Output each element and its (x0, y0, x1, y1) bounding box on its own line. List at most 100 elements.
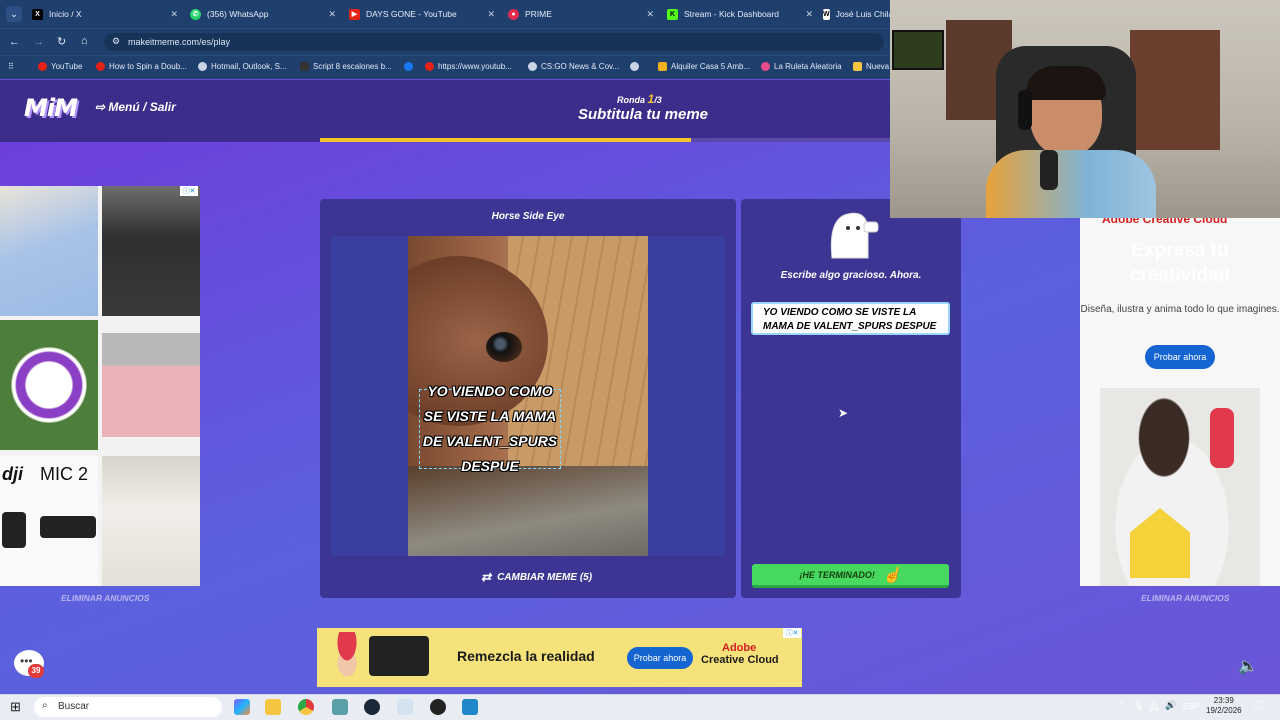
url-field[interactable]: ⚙ makeitmeme.com/es/play (104, 33, 884, 51)
receiver-image (40, 516, 96, 538)
taskbar-search[interactable]: ⌕ Buscar (34, 697, 222, 717)
ad-right-title: Expresa tu creatividad (1129, 240, 1231, 286)
bookmark-label: Alquiler Casa 5 Amb... (671, 62, 751, 71)
bookmark-ruleta[interactable]: La Ruleta Aleatoria (761, 62, 842, 71)
file-explorer-icon[interactable] (265, 699, 281, 715)
bookmark-spin[interactable]: How to Spin a Doub... (96, 62, 187, 71)
round-label: Ronda (617, 95, 645, 105)
bookmark-youtube[interactable]: YouTube (38, 62, 82, 71)
x-icon: X (32, 8, 43, 20)
page-title: Subtitula tu meme (578, 106, 709, 123)
chat-button[interactable]: ••• 39 (14, 650, 44, 678)
tab-title: José Luis Chila (835, 9, 890, 19)
tray-chevron-icon[interactable]: ⌃ (1117, 700, 1125, 711)
close-icon[interactable]: ✕ (328, 9, 336, 20)
home-icon[interactable]: ⌂ (81, 35, 88, 47)
ad-product-ball[interactable] (0, 320, 98, 450)
ad-product-dress-blue[interactable] (0, 186, 98, 316)
bookmark-script[interactable]: Script 8 escalones b... (300, 62, 392, 71)
search-placeholder: Buscar (58, 701, 90, 712)
ad-bottom-cta-button[interactable]: Probar ahora (627, 647, 693, 669)
kick-icon: K (667, 8, 678, 20)
tab-x[interactable]: X Inicio / X ✕ (26, 3, 182, 25)
swap-icon: ⇄ (481, 570, 492, 584)
app-icon-4[interactable] (332, 699, 348, 715)
remove-ads-left-link[interactable]: ELIMINAR ANUNCIOS (61, 593, 149, 603)
finish-button[interactable]: ¡HE TERMINADO! ☝ (752, 564, 949, 588)
bookmark-facebook[interactable] (404, 62, 417, 71)
ad-left[interactable]: dji MIC 2 ⓘ✕ (0, 186, 200, 586)
volume-icon[interactable]: 🔊 (1165, 700, 1176, 711)
youtube-icon (38, 62, 47, 71)
tab-title: PRIME (525, 9, 552, 19)
bookmark-label: Script 8 escalones b... (313, 62, 392, 71)
language-indicator[interactable]: ESP (1183, 702, 1199, 711)
remove-ads-right-link[interactable]: ELIMINAR ANUNCIOS (1141, 593, 1229, 603)
menu-label: Menú / Salir (108, 100, 176, 114)
horse-eye (486, 332, 522, 362)
close-icon[interactable]: ✕ (805, 9, 813, 20)
site-info-icon[interactable]: ⚙ (112, 36, 120, 47)
sound-icon[interactable]: 🔈 (1238, 656, 1258, 676)
bookmark-label: CS:GO News & Cov... (541, 62, 620, 71)
notification-icon[interactable]: 🗨 (1252, 699, 1266, 712)
back-icon[interactable]: ← (9, 36, 20, 48)
change-meme-label: CAMBIAR MEME (5) (497, 571, 593, 583)
close-icon[interactable]: ✕ (487, 9, 495, 20)
ad-right-cta-button[interactable]: Probar ahora (1145, 345, 1215, 369)
bookmark-csgo[interactable]: CS:GO News & Cov... (528, 62, 619, 71)
caption-input[interactable]: YO VIENDO COMO SE VISTE LA MAMA DE VALEN… (751, 302, 950, 335)
tab-prime[interactable]: ● PRIME ✕ (502, 3, 658, 25)
bookmark-hotmail[interactable]: Hotmail, Outlook, S... (198, 62, 287, 71)
chrome-icon[interactable] (298, 699, 314, 715)
apps-icon[interactable]: ⠿ (8, 62, 14, 71)
taskbar-clock[interactable]: 23:39 19/2/2026 (1206, 696, 1242, 716)
ad-bottom[interactable]: Remezcla la realidad Probar ahora Adobe … (317, 628, 802, 687)
copilot-icon[interactable] (234, 699, 250, 715)
ad-brand-text: MIC 2 (40, 464, 89, 484)
network-icon[interactable]: 🖧 (1149, 700, 1159, 716)
mascot-icon (830, 212, 879, 259)
globe-icon (630, 62, 639, 71)
change-meme-button[interactable]: ⇄ CAMBIAR MEME (5) (481, 570, 592, 584)
bookmark-label: YouTube (51, 62, 83, 71)
app-icon-6[interactable] (397, 699, 413, 715)
webcam-person-shirt (986, 150, 1156, 218)
exit-icon: ⇨ (95, 100, 109, 114)
mouse-cursor-icon: ➤ (838, 406, 849, 420)
menu-exit-button[interactable]: ⇨ Menú / Salir (95, 100, 176, 114)
ad-product-jeans[interactable] (102, 186, 200, 316)
close-icon[interactable]: ✕ (170, 9, 178, 20)
steam-icon[interactable] (364, 699, 380, 715)
site-logo[interactable]: MiM (24, 94, 78, 122)
app-icon-8[interactable] (462, 699, 478, 715)
windows-start-icon[interactable]: ⊞ (10, 699, 21, 715)
ad-product-white-dress[interactable] (102, 456, 200, 586)
webcam-tv (892, 30, 944, 70)
tab-title: Inicio / X (49, 9, 82, 19)
bookmark-youtube-url[interactable]: https://www.youtub... (425, 62, 512, 71)
ad-product-mic[interactable]: dji MIC 2 (0, 456, 98, 586)
webcam-overlay (890, 0, 1280, 218)
prime-icon: ● (508, 8, 519, 20)
tab-wikipedia[interactable]: W José Luis Chila (817, 3, 890, 25)
bookmark-nueva[interactable]: Nueva (853, 62, 889, 71)
ad-product-hoodie[interactable] (102, 320, 200, 450)
tab-youtube[interactable]: ▶ DAYS GONE - YouTube ✕ (343, 3, 499, 25)
youtube-icon: ▶ (349, 8, 360, 20)
obs-icon[interactable] (430, 699, 446, 715)
webcam-person-hair (1026, 66, 1106, 100)
reload-icon[interactable]: ↻ (57, 35, 66, 48)
forward-icon[interactable]: → (33, 36, 44, 48)
bookmark-alquiler[interactable]: Alquiler Casa 5 Amb... (658, 62, 750, 71)
ad-choices-icon[interactable]: ⓘ✕ (180, 186, 198, 196)
tab-kick[interactable]: K Stream - Kick Dashboard ✕ (661, 3, 817, 25)
tab-search-button[interactable]: ⌄ (6, 6, 22, 22)
mic-tray-icon[interactable]: 🎙 (1133, 700, 1144, 711)
close-icon[interactable]: ✕ (646, 9, 654, 20)
ad-cowgirl-figure (1210, 408, 1234, 468)
tab-whatsapp[interactable]: ✆ (356) WhatsApp ✕ (184, 3, 340, 25)
bookmark-globe[interactable] (630, 62, 643, 71)
caption-textbox[interactable]: YO VIENDO COMO SE VISTE LA MAMA DE VALEN… (419, 383, 561, 474)
ad-choices-icon[interactable]: ⓘ✕ (783, 628, 801, 638)
